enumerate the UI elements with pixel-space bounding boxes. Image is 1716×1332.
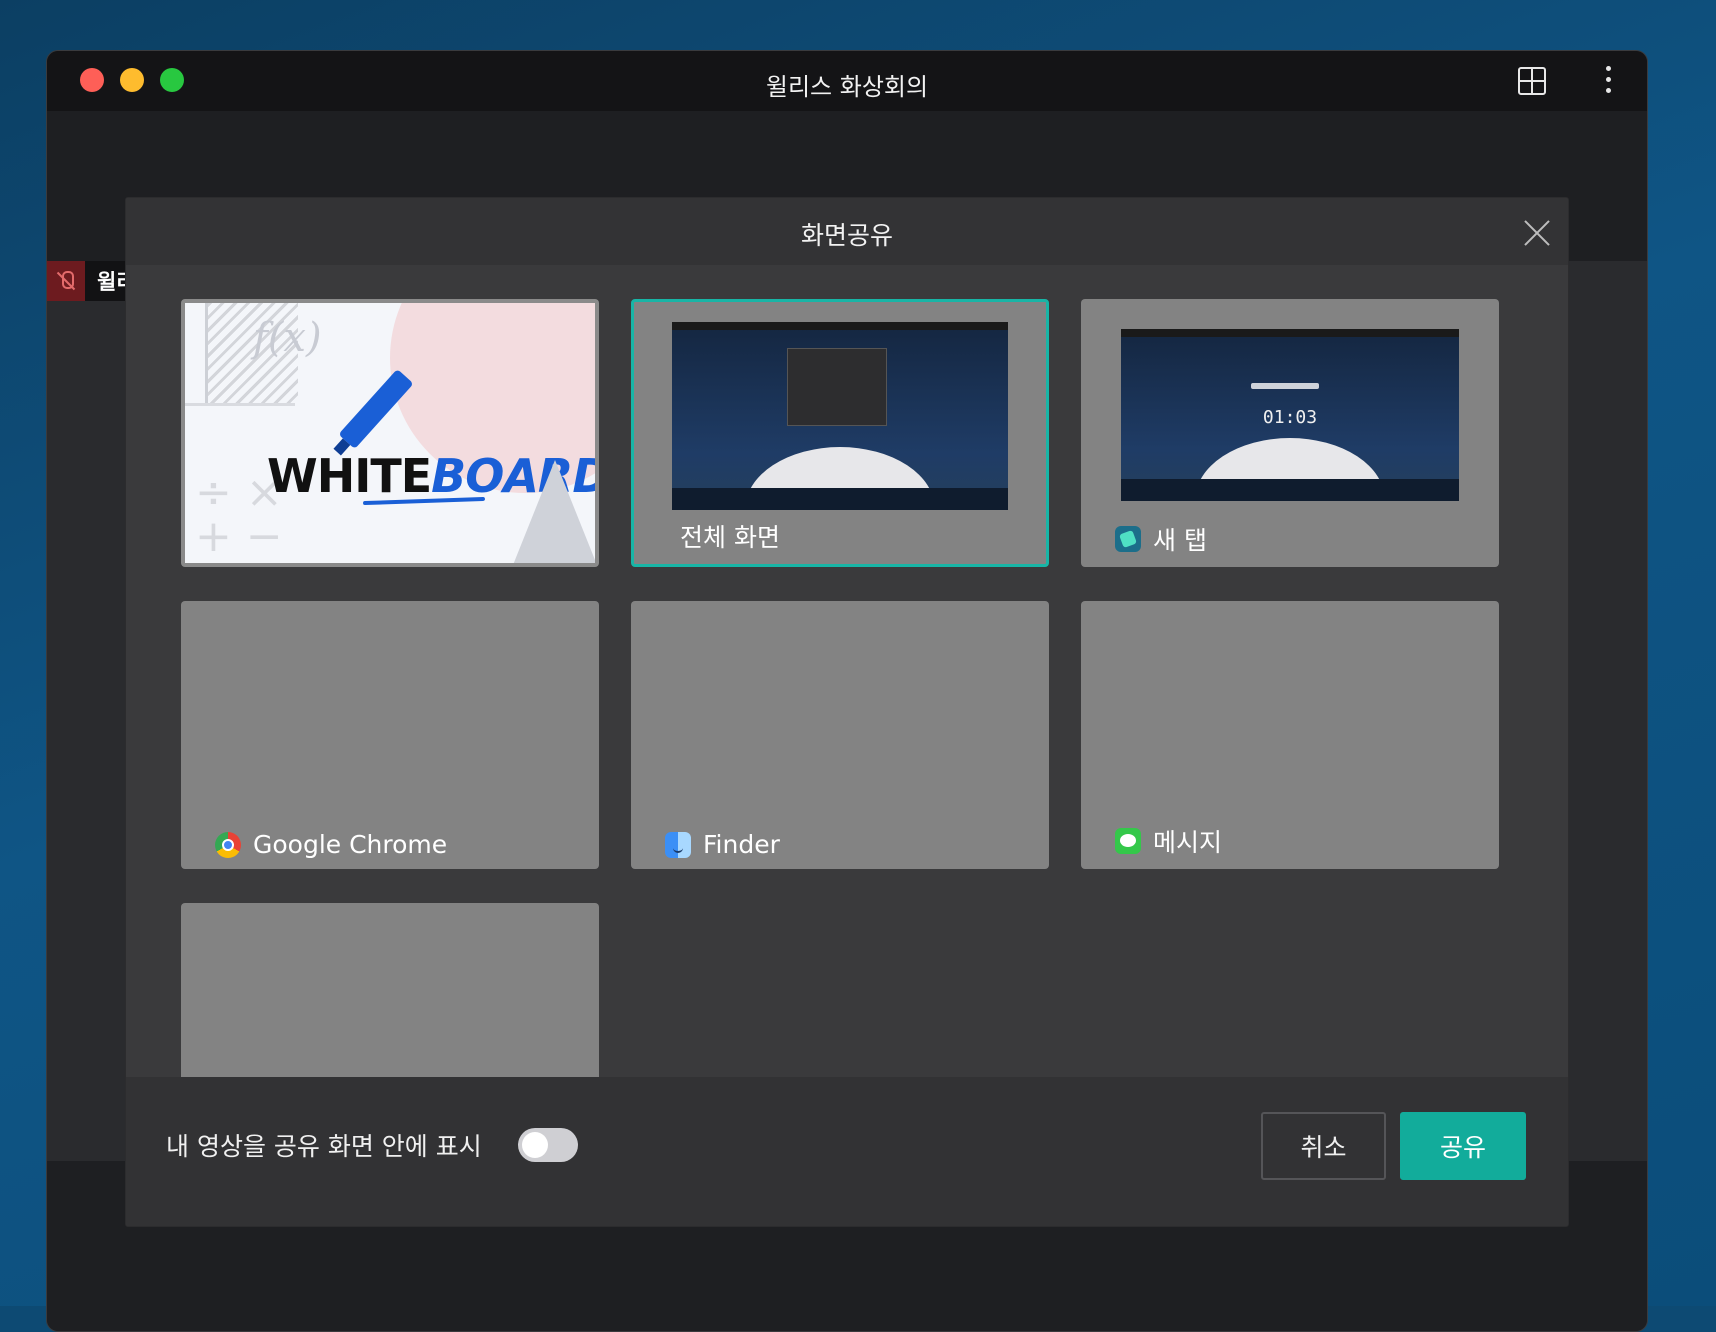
- layout-grid-icon[interactable]: [1518, 67, 1546, 95]
- preview-ground: [672, 488, 1008, 510]
- toggle-knob: [522, 1132, 548, 1158]
- titlebar: 윌리스 화상회의: [47, 51, 1647, 111]
- chrome-icon: [215, 831, 241, 858]
- show-my-video-toggle[interactable]: [518, 1128, 578, 1162]
- mic-off-icon: [47, 261, 85, 301]
- tile-label-text: 전체 화면: [680, 523, 780, 552]
- share-tile-new-tab[interactable]: 01:03 새 탭: [1081, 299, 1499, 567]
- whiteboard-fx-text: f(x): [253, 315, 322, 361]
- newtab-icon: [1115, 526, 1141, 552]
- tile-label: Finder: [665, 830, 780, 859]
- preview-topbar: [672, 322, 1008, 330]
- tile-label: 새 탭: [1115, 521, 1207, 557]
- whiteboard-logo-white: WHITE: [267, 449, 432, 503]
- cancel-button[interactable]: 취소: [1261, 1112, 1386, 1180]
- tile-label-text: 메시지: [1153, 828, 1223, 857]
- tile-label: Google Chrome: [215, 830, 447, 859]
- whiteboard-decoration: [513, 460, 595, 563]
- screen-preview: [672, 322, 1008, 510]
- messages-icon: [1115, 828, 1141, 854]
- finder-icon: [665, 831, 691, 858]
- window-title: 윌리스 화상회의: [765, 73, 929, 101]
- screen-share-dialog: 화면공유 f(x) ÷ × + − WHITEBOARD 전체 화면 01:03…: [125, 197, 1569, 1227]
- close-icon[interactable]: [1522, 218, 1552, 248]
- share-tile-entire-screen[interactable]: 전체 화면: [631, 299, 1049, 567]
- preview-topbar: [1121, 329, 1459, 337]
- preview-dialog: [787, 348, 887, 426]
- tile-label-text: Finder: [703, 830, 780, 859]
- dialog-title: 화면공유: [800, 221, 893, 250]
- share-tile-finder[interactable]: Finder: [631, 601, 1049, 869]
- share-tile-app[interactable]: [181, 903, 599, 1077]
- show-my-video-label: 내 영상을 공유 화면 안에 표시: [166, 1132, 482, 1161]
- preview-ground: [1121, 479, 1459, 501]
- tile-label-text: 새 탭: [1153, 526, 1207, 555]
- whiteboard-decoration: [185, 403, 295, 406]
- tab-preview: 01:03: [1121, 329, 1459, 501]
- share-tile-google-chrome[interactable]: Google Chrome: [181, 601, 599, 869]
- dialog-footer: 내 영상을 공유 화면 안에 표시 취소 공유: [126, 1077, 1568, 1226]
- share-button[interactable]: 공유: [1400, 1112, 1526, 1180]
- preview-clock: 01:03: [1262, 407, 1318, 428]
- tile-label: 전체 화면: [680, 518, 780, 554]
- more-options-icon[interactable]: [1605, 66, 1611, 96]
- preview-search-bar: [1251, 383, 1319, 389]
- tile-label: 메시지: [1115, 823, 1222, 859]
- share-source-grid: f(x) ÷ × + − WHITEBOARD 전체 화면 01:03 새 탭 …: [126, 265, 1568, 1077]
- tile-label-text: Google Chrome: [253, 830, 448, 859]
- share-tile-messages[interactable]: 메시지: [1081, 601, 1499, 869]
- dialog-header: 화면공유: [126, 198, 1568, 265]
- share-tile-whiteboard[interactable]: f(x) ÷ × + − WHITEBOARD: [181, 299, 599, 567]
